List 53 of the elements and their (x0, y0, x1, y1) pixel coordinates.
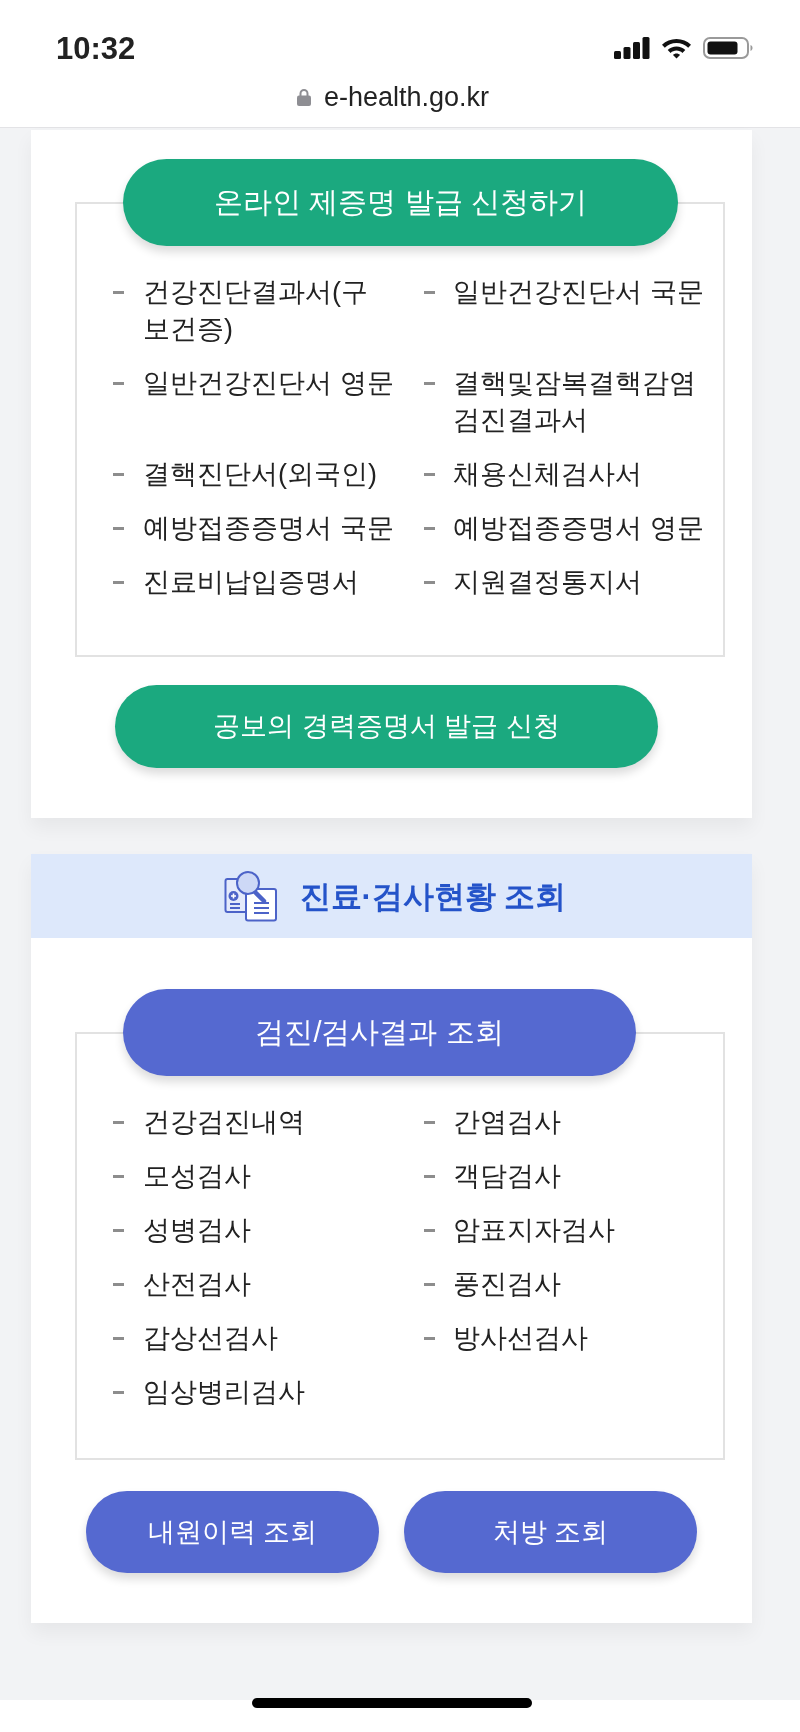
document-link[interactable]: 건강진단결과서(구보건증) (143, 274, 394, 348)
document-link[interactable]: 지원결정통지서 (453, 564, 715, 601)
dash-bullet-icon (113, 1337, 124, 1340)
test-link[interactable]: 간염검사 (453, 1104, 715, 1141)
document-link[interactable]: 채용신체검사서 (453, 456, 715, 493)
document-link[interactable]: 일반건강진단서 국문 (453, 274, 715, 311)
dash-bullet-icon (113, 1391, 124, 1394)
test-link[interactable]: 암표지자검사 (453, 1212, 715, 1249)
test-link[interactable]: 갑상선검사 (143, 1320, 394, 1357)
test-link[interactable]: 건강검진내역 (143, 1104, 394, 1141)
test-link[interactable]: 성병검사 (143, 1212, 394, 1249)
dash-bullet-icon (113, 1283, 124, 1286)
dash-bullet-icon (424, 1283, 435, 1286)
lock-icon (296, 88, 311, 106)
dash-bullet-icon (113, 1229, 124, 1232)
dash-bullet-icon (113, 1175, 124, 1178)
dash-bullet-icon (113, 291, 124, 294)
signal-icon (614, 37, 650, 59)
dash-bullet-icon (424, 1229, 435, 1232)
dash-bullet-icon (113, 473, 124, 476)
dash-bullet-icon (424, 1337, 435, 1340)
dash-bullet-icon (113, 581, 124, 584)
dash-bullet-icon (424, 382, 435, 385)
wifi-icon (661, 37, 692, 59)
test-link[interactable]: 모성검사 (143, 1158, 394, 1195)
dash-bullet-icon (424, 527, 435, 530)
document-link[interactable]: 예방접종증명서 영문 (453, 510, 715, 547)
test-link[interactable]: 객담검사 (453, 1158, 715, 1195)
document-link[interactable]: 결핵및잠복결핵감염검진결과서 (453, 365, 715, 439)
dash-bullet-icon (113, 1121, 124, 1124)
test-link[interactable]: 풍진검사 (453, 1266, 715, 1303)
dash-bullet-icon (113, 527, 124, 530)
dash-bullet-icon (424, 1175, 435, 1178)
document-link[interactable]: 예방접종증명서 국문 (143, 510, 394, 547)
test-results-button[interactable]: 검진/검사결과 조회 (123, 989, 636, 1076)
dash-bullet-icon (424, 473, 435, 476)
document-magnifier-icon (223, 870, 278, 922)
inquiry-button[interactable]: 처방 조회 (404, 1491, 697, 1573)
test-link[interactable]: 방사선검사 (453, 1320, 715, 1357)
document-link[interactable]: 진료비납입증명서 (143, 564, 394, 601)
status-time: 10:32 (56, 32, 136, 64)
dash-bullet-icon (424, 291, 435, 294)
battery-icon (703, 37, 753, 59)
dash-bullet-icon (424, 1121, 435, 1124)
section-title: 진료·검사현황 조회 (299, 880, 567, 912)
test-link[interactable]: 임상병리검사 (143, 1374, 394, 1411)
inquiry-button[interactable]: 내원이력 조회 (86, 1491, 379, 1573)
dash-bullet-icon (424, 581, 435, 584)
document-link[interactable]: 일반건강진단서 영문 (143, 365, 394, 402)
document-link[interactable]: 결핵진단서(외국인) (143, 456, 394, 493)
test-link[interactable]: 산전검사 (143, 1266, 394, 1303)
address-bar-url[interactable]: e-health.go.kr (323, 83, 490, 111)
dash-bullet-icon (113, 382, 124, 385)
